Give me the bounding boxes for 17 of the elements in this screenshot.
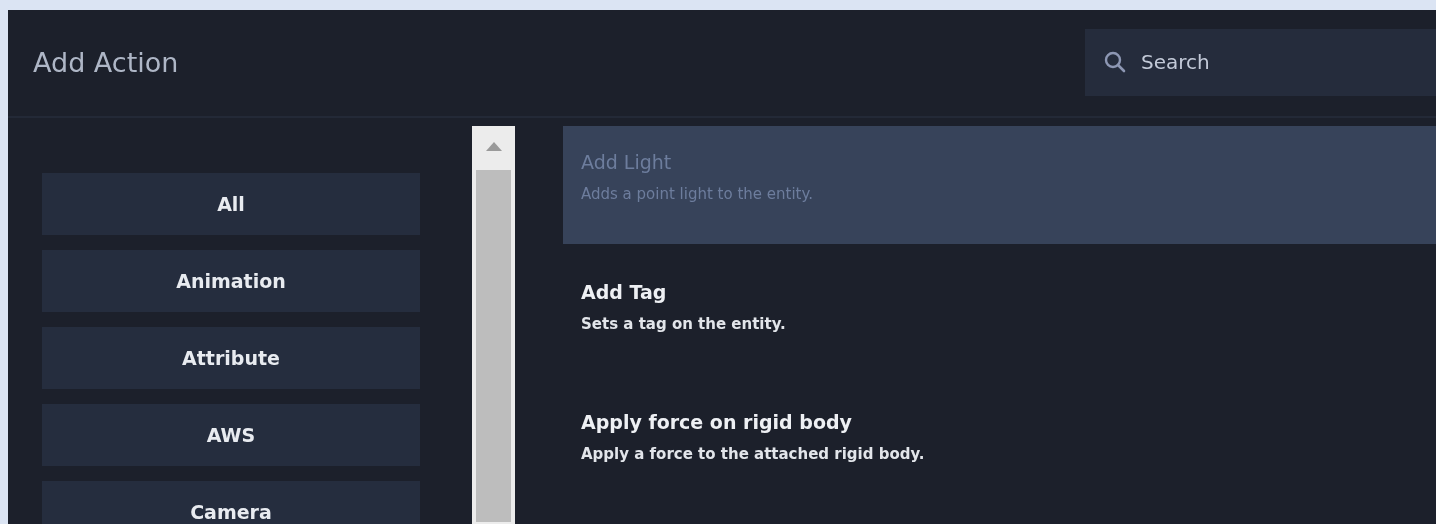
action-item[interactable]: Add Tag Sets a tag on the entity.: [563, 256, 1436, 374]
action-name: Add Tag: [581, 280, 668, 305]
category-button[interactable]: Animation: [42, 250, 420, 312]
scroll-up-arrow-icon[interactable]: [485, 142, 502, 151]
action-name: Apply force on rigid body: [581, 410, 853, 435]
search-field[interactable]: Search: [1085, 28, 1436, 96]
category-button[interactable]: AWS: [42, 404, 420, 466]
category-button[interactable]: Camera: [42, 481, 420, 524]
action-name: Add Light: [581, 150, 673, 175]
action-item[interactable]: Apply force on rigid body Apply a force to the attached rigid body.: [563, 386, 1436, 504]
action-description: Adds a point light to the entity.: [581, 183, 814, 205]
action-description: Sets a tag on the entity.: [581, 313, 787, 335]
window-title: Add Action: [33, 46, 179, 80]
category-button[interactable]: Attribute: [42, 327, 420, 389]
scrollbar[interactable]: [472, 126, 515, 524]
category-button[interactable]: All: [42, 173, 420, 235]
action-description: Apply a force to the attached rigid body.: [581, 443, 926, 465]
